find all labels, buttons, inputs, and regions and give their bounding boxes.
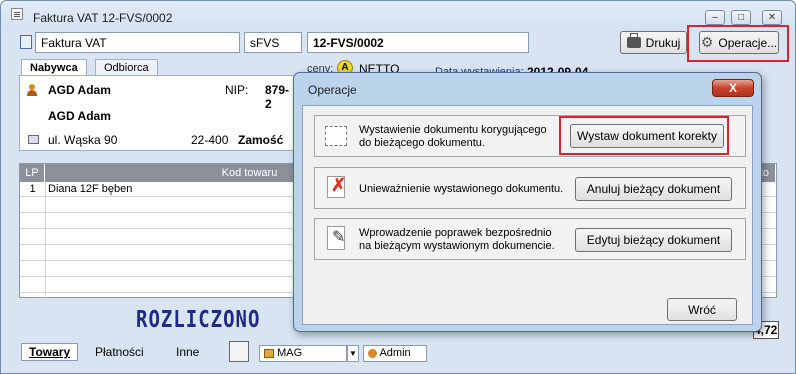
title-bar: Faktura VAT 12-FVS/0002 – □ ✕	[1, 1, 795, 31]
cancel-document-button[interactable]: Anuluj bieżący dokument	[575, 177, 732, 201]
printer-icon	[626, 33, 641, 48]
edit-doc-icon	[325, 126, 347, 146]
option-cancel-text: Unieważnienie wystawionego dokumentu.	[359, 183, 564, 195]
nip-label: NIP:	[225, 83, 249, 97]
buyer-name-2: AGD Adam	[48, 109, 111, 123]
series-field[interactable]: sFVS	[244, 32, 302, 53]
buyer-panel: AGD Adam NIP: 879-2 AGD Adam ul. Wąska 9…	[19, 75, 295, 151]
tab-payments[interactable]: Płatności	[95, 345, 144, 359]
close-window-button[interactable]: ✕	[762, 10, 782, 25]
operations-highlight	[687, 25, 789, 62]
calendar-icon[interactable]	[229, 341, 249, 362]
chevron-down-icon[interactable]: ▼	[347, 345, 359, 362]
print-button[interactable]: Drukuj	[620, 31, 687, 54]
status-stamp: ROZLICZONO	[136, 306, 261, 334]
buyer-name: AGD Adam	[48, 83, 111, 97]
person-icon	[26, 84, 38, 96]
operations-dialog: Operacje X Wystawienie dokumentu koryguj…	[293, 72, 762, 332]
user-field: Admin	[363, 345, 427, 362]
back-button[interactable]: Wróć	[667, 298, 737, 321]
edit-document-button[interactable]: Edytuj bieżący dokument	[575, 228, 732, 252]
street: ul. Wąska 90	[48, 133, 118, 147]
user-icon	[368, 348, 377, 358]
nip-value: 879-2	[265, 83, 290, 111]
tab-other[interactable]: Inne	[176, 345, 199, 359]
window-title: Faktura VAT 12-FVS/0002	[33, 11, 173, 25]
dialog-body: Wystawienie dokumentu korygującego do bie…	[302, 105, 753, 325]
doc-type-field[interactable]: Faktura VAT	[35, 32, 240, 53]
option-edit-text: Wprowadzenie poprawek bezpośrednio na bie…	[359, 227, 555, 252]
pencil-doc-icon: ✎	[327, 226, 345, 250]
minimize-button[interactable]: –	[705, 10, 725, 25]
option-cancel: ✗ Unieważnienie wystawionego dokumentu. …	[314, 167, 746, 209]
correction-highlight	[559, 116, 729, 155]
tab-buyer[interactable]: Nabywca	[21, 59, 87, 76]
user-name: Admin	[379, 347, 411, 359]
tab-goods[interactable]: Towary	[21, 343, 79, 361]
postcode: 22-400	[191, 133, 229, 147]
doc-number-field[interactable]: 12-FVS/0002	[307, 32, 529, 53]
warehouse-icon	[264, 348, 274, 358]
maximize-button[interactable]: □	[731, 10, 751, 25]
document-icon	[20, 35, 32, 49]
tab-recipient[interactable]: Odbiorca	[95, 59, 158, 76]
dialog-title: Operacje	[308, 83, 357, 97]
print-button-label: Drukuj	[645, 35, 681, 50]
cancel-doc-icon: ✗	[327, 175, 346, 198]
app-icon	[11, 8, 23, 20]
warehouse-value: MAG	[277, 347, 303, 359]
col-header-lp: LP	[20, 164, 45, 182]
row-lp: 1	[29, 183, 36, 195]
warehouse-select[interactable]: MAG	[259, 345, 347, 362]
option-edit: ✎ Wprowadzenie poprawek bezpośrednio na b…	[314, 218, 746, 260]
address-card-icon	[28, 135, 39, 144]
city: Zamość	[238, 133, 284, 147]
dialog-close-button[interactable]: X	[712, 79, 754, 97]
option-correction-text: Wystawienie dokumentu korygującego do bie…	[359, 124, 547, 149]
row-name: Diana 12F bęben	[48, 183, 133, 195]
